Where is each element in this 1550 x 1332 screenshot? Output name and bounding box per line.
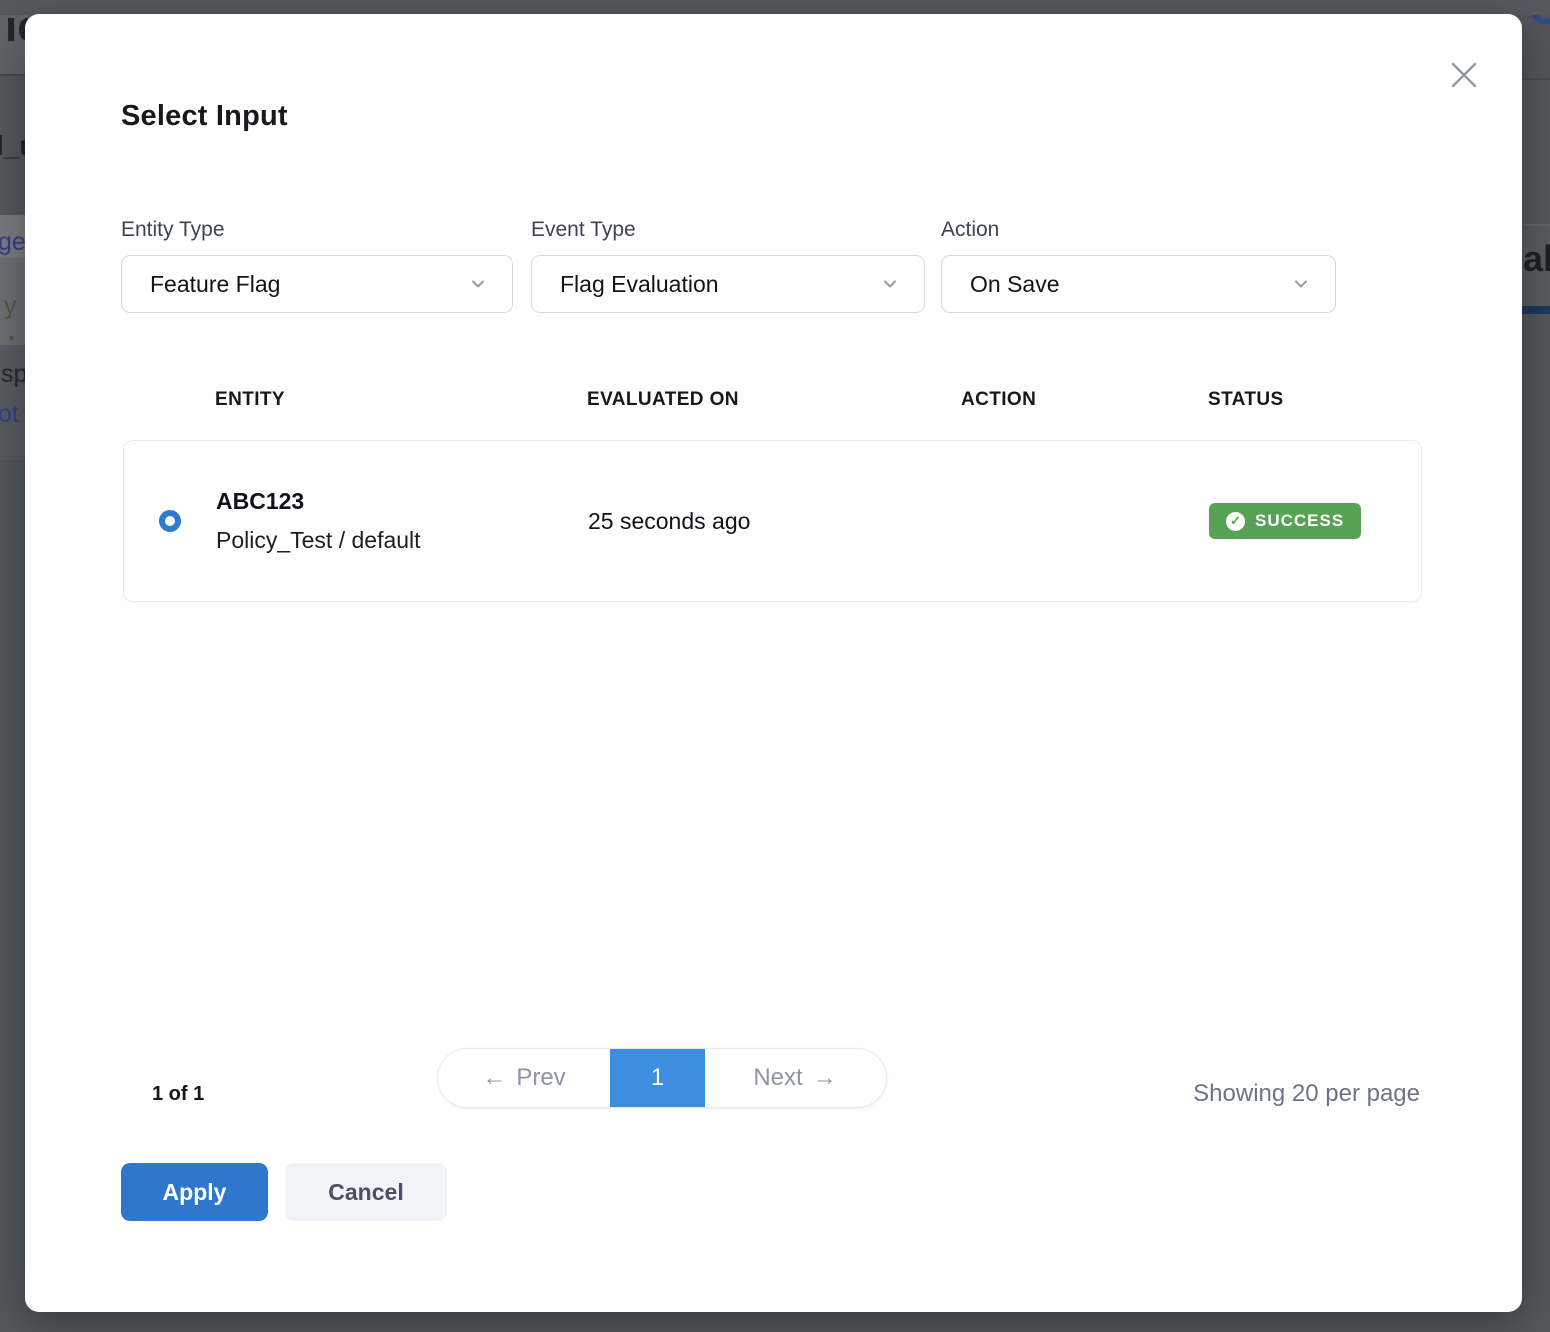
backdrop-band bbox=[1522, 15, 1550, 78]
column-header-entity: ENTITY bbox=[215, 389, 587, 411]
entity-detail: Policy_Test / default bbox=[216, 527, 588, 554]
chevron-down-icon bbox=[1291, 274, 1311, 294]
chevron-down-icon bbox=[468, 274, 488, 294]
background-text-fragment: sp bbox=[1, 360, 27, 389]
current-page-button[interactable]: 1 bbox=[610, 1049, 705, 1107]
entity-cell: ABC123 Policy_Test / default bbox=[216, 488, 588, 554]
dimmed-background-bottom-bar bbox=[0, 1312, 1550, 1332]
event-type-filter: Event Type Flag Evaluation bbox=[531, 218, 925, 313]
entity-type-label: Entity Type bbox=[121, 218, 513, 242]
background-text-fragment: al bbox=[1523, 238, 1550, 280]
dimmed-background-right: al bbox=[1522, 0, 1550, 1332]
status-cell: ✓ SUCCESS bbox=[1209, 503, 1421, 539]
chevron-down-icon bbox=[880, 274, 900, 294]
prev-page-button[interactable]: ← Prev bbox=[438, 1049, 610, 1107]
prev-label: Prev bbox=[516, 1064, 565, 1092]
results-table-body: ABC123 Policy_Test / default 25 seconds … bbox=[123, 440, 1422, 602]
action-value: On Save bbox=[970, 271, 1291, 298]
arrow-right-icon: → bbox=[813, 1064, 837, 1092]
page-summary: 1 of 1 bbox=[152, 1064, 204, 1124]
entity-type-select[interactable]: Feature Flag bbox=[121, 255, 513, 313]
background-text-fragment: y bbox=[4, 292, 17, 321]
pagination-control: ← Prev 1 Next → bbox=[437, 1048, 887, 1108]
status-label: SUCCESS bbox=[1255, 511, 1344, 531]
apply-button[interactable]: Apply bbox=[121, 1163, 268, 1221]
column-header-status: STATUS bbox=[1208, 389, 1422, 411]
column-header-action: ACTION bbox=[961, 389, 1208, 411]
event-type-value: Flag Evaluation bbox=[560, 271, 880, 298]
background-text-fragment: l_u bbox=[0, 130, 28, 162]
per-page-text: Showing 20 per page bbox=[1000, 1064, 1420, 1124]
table-row[interactable]: ABC123 Policy_Test / default 25 seconds … bbox=[124, 441, 1421, 601]
row-radio-cell bbox=[124, 510, 216, 532]
background-text-fragment: . bbox=[8, 318, 15, 347]
select-input-modal: Select Input Entity Type Feature Flag Ev… bbox=[25, 14, 1522, 1312]
modal-title: Select Input bbox=[121, 100, 288, 133]
backdrop-band bbox=[1522, 80, 1550, 224]
entity-type-filter: Entity Type Feature Flag bbox=[121, 218, 513, 313]
action-filter: Action On Save bbox=[941, 218, 1336, 313]
column-header-evaluated-on: EVALUATED ON bbox=[587, 389, 961, 411]
dimmed-background-left: ic l_u ge y . sp ot bbox=[0, 0, 28, 1332]
action-select[interactable]: On Save bbox=[941, 255, 1336, 313]
next-label: Next bbox=[753, 1064, 802, 1092]
background-tab-indicator bbox=[1522, 306, 1550, 314]
evaluated-on-cell: 25 seconds ago bbox=[588, 508, 962, 535]
close-icon bbox=[1449, 60, 1479, 90]
results-table-header: ENTITY EVALUATED ON ACTION STATUS bbox=[123, 374, 1422, 426]
event-type-label: Event Type bbox=[531, 218, 925, 242]
close-button[interactable] bbox=[1445, 56, 1483, 94]
next-page-button[interactable]: Next → bbox=[705, 1049, 885, 1107]
event-type-select[interactable]: Flag Evaluation bbox=[531, 255, 925, 313]
status-badge: ✓ SUCCESS bbox=[1209, 503, 1361, 539]
radio-selected-icon[interactable] bbox=[159, 510, 181, 532]
check-circle-icon: ✓ bbox=[1226, 512, 1245, 531]
entity-name: ABC123 bbox=[216, 488, 588, 515]
entity-type-value: Feature Flag bbox=[150, 271, 468, 298]
cancel-button[interactable]: Cancel bbox=[285, 1163, 447, 1221]
background-text-fragment: ge bbox=[0, 228, 26, 257]
background-text-fragment: ot bbox=[0, 400, 19, 429]
dimmed-background-top-bar bbox=[0, 0, 1550, 15]
arrow-left-icon: ← bbox=[482, 1064, 506, 1092]
action-label: Action bbox=[941, 218, 1336, 242]
